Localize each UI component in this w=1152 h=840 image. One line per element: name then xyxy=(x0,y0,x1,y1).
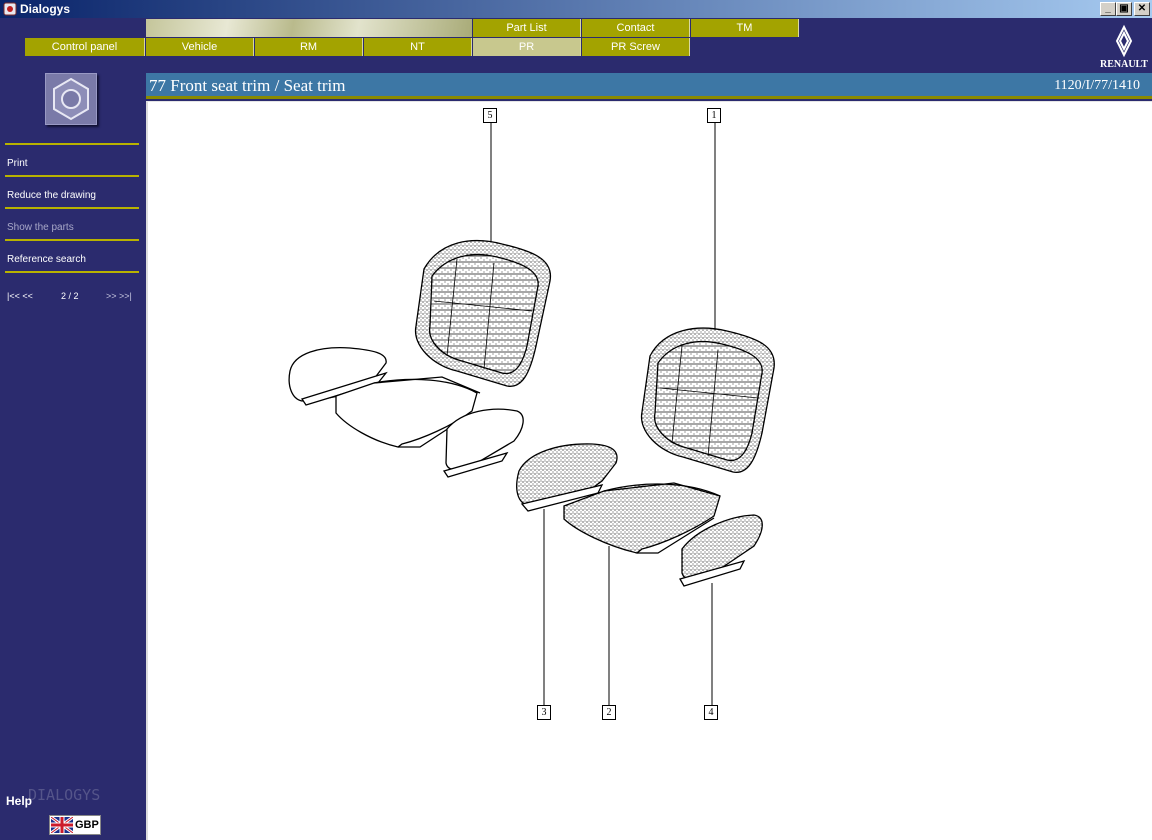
exploded-seat-drawing xyxy=(288,123,775,706)
sidebar-separator xyxy=(5,207,139,209)
sidebar-item-show-parts: Show the parts xyxy=(7,222,74,233)
sidebar-separator xyxy=(5,239,139,241)
tab-nt[interactable]: NT xyxy=(364,38,472,56)
pager-first-prev[interactable]: |<< << xyxy=(7,291,33,301)
callout-4[interactable]: 4 xyxy=(704,705,718,720)
sidebar-item-print[interactable]: Print xyxy=(7,158,28,169)
sidebar: Print Reduce the drawing Show the parts … xyxy=(0,73,146,840)
help-link[interactable]: Help xyxy=(6,794,32,808)
callout-5[interactable]: 5 xyxy=(483,108,497,123)
tab-contact[interactable]: Contact xyxy=(582,19,690,37)
tab-rm[interactable]: RM xyxy=(255,38,363,56)
document-title: 77 Front seat trim / Seat trim xyxy=(149,76,346,95)
renault-logo: RENAULT xyxy=(1100,24,1148,70)
sidebar-separator xyxy=(5,143,139,145)
brand-label: RENAULT xyxy=(1100,59,1148,70)
drawing-canvas[interactable]: 5 1 3 2 4 xyxy=(146,101,1152,840)
sidebar-item-reference-search[interactable]: Reference search xyxy=(7,254,86,265)
sidebar-separator xyxy=(5,175,139,177)
dialogys-watermark: DIALOGYS xyxy=(28,786,101,804)
header: Part List Contact TM Control panel Vehic… xyxy=(0,18,1152,73)
right-seat xyxy=(516,327,775,587)
callout-2[interactable]: 2 xyxy=(602,705,616,720)
language-code: GBP xyxy=(75,819,99,831)
pager-page-indicator: 2 / 2 xyxy=(61,291,79,301)
callout-3[interactable]: 3 xyxy=(537,705,551,720)
tab-pr-screw[interactable]: PR Screw xyxy=(582,38,690,56)
document-reference: 1120/I/77/1410 xyxy=(1054,78,1140,93)
window-title-bar: Dialogys _ ▣ ✕ xyxy=(0,0,1152,18)
callout-1[interactable]: 1 xyxy=(707,108,721,123)
document-title-bar: 77 Front seat trim / Seat trim 1120/I/77… xyxy=(146,73,1152,99)
hex-nut-icon xyxy=(53,77,89,121)
tab-vehicle[interactable]: Vehicle xyxy=(146,38,254,56)
left-seat xyxy=(288,239,552,478)
uk-flag-icon xyxy=(51,817,73,833)
window-title: Dialogys xyxy=(20,2,71,16)
sidebar-item-reduce-drawing[interactable]: Reduce the drawing xyxy=(7,190,96,201)
part-category-icon xyxy=(45,73,97,125)
minimize-button[interactable]: _ xyxy=(1100,2,1116,16)
tab-pr[interactable]: PR xyxy=(473,38,581,56)
close-button[interactable]: ✕ xyxy=(1134,2,1150,16)
tab-control-panel[interactable]: Control panel xyxy=(25,38,145,56)
pager-next-last[interactable]: >> >>| xyxy=(106,291,132,301)
restore-button[interactable]: ▣ xyxy=(1116,2,1132,16)
language-selector[interactable]: GBP xyxy=(49,815,101,835)
header-banner xyxy=(146,19,472,37)
tab-tm[interactable]: TM xyxy=(691,19,799,37)
tab-part-list[interactable]: Part List xyxy=(473,19,581,37)
sidebar-separator xyxy=(5,271,139,273)
app-icon xyxy=(3,2,17,16)
